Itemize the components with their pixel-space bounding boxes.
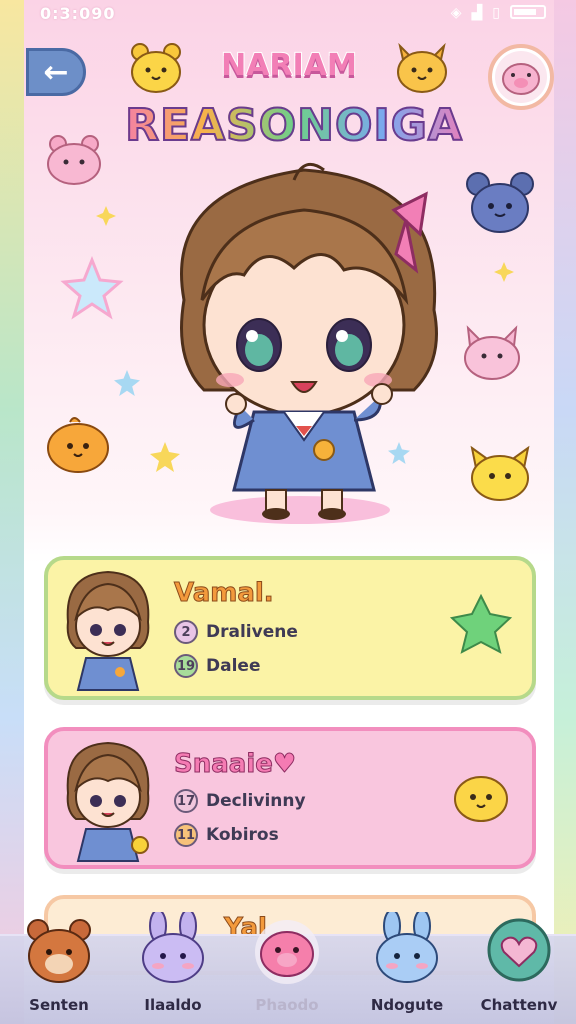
nav-label: Chattenv: [480, 996, 558, 1014]
stat-badge-icon: 17: [174, 789, 198, 813]
game-title-small: NARIAM: [220, 47, 358, 84]
status-icons: ◈ ▟ ▯: [451, 5, 546, 21]
stat-badge-icon: 2: [174, 620, 198, 644]
nav-label: Ilaaldo: [144, 996, 202, 1014]
sim-icon: ▯: [492, 5, 500, 21]
stat-row: 19 Dalee: [174, 654, 260, 678]
profile-button[interactable]: [488, 44, 554, 110]
stat-label: Kobiros: [206, 825, 279, 845]
orange-chick-mascot-icon: [47, 417, 109, 473]
stat-badge-icon: 11: [174, 823, 198, 847]
nav-item-phaodo[interactable]: Phaodo: [232, 920, 342, 1024]
nav-item-ilaaldo[interactable]: Ilaaldo: [118, 912, 228, 1024]
green-star-icon: [450, 594, 512, 654]
battery-icon: [510, 5, 546, 19]
game-screen: 0:3:090 ◈ ▟ ▯ ← NARIAM REASONOIGA Vamal.…: [24, 0, 554, 1024]
orange-cat-mascot-icon: [397, 42, 447, 93]
bottom-nav: Senten Ilaaldo Phaodo Ndogute Chattenv: [0, 912, 576, 1024]
wifi-icon: ◈: [450, 5, 462, 21]
stat-label: Dralivene: [206, 622, 298, 642]
yellow-cat-mascot-icon: [131, 43, 181, 93]
nav-item-senten[interactable]: Senten: [4, 919, 114, 1024]
status-time: 0:3:090: [40, 4, 116, 23]
nav-label: Phaodo: [255, 996, 319, 1014]
yellow-dog-mascot-icon: [470, 445, 530, 501]
character-avatar: [66, 570, 150, 691]
nav-item-ndogute[interactable]: Ndogute: [352, 912, 462, 1024]
character-avatar: [66, 741, 150, 862]
sparkle-icon: [494, 262, 514, 282]
stat-label: Dalee: [206, 656, 261, 676]
rainbow-left-border: [0, 0, 26, 1024]
character-card[interactable]: Vamal. 2 Dralivene 19 Dalee: [44, 556, 536, 700]
nav-label: Ndogute: [370, 996, 444, 1014]
bunny-icon: [142, 912, 204, 983]
signal-icon: ▟: [471, 5, 483, 21]
character-name: Vamal.: [174, 578, 275, 609]
hero-character: [180, 162, 438, 520]
blue-mouse-mascot-icon: [466, 172, 534, 233]
stat-badge-icon: 19: [174, 654, 198, 678]
rabbit-icon: [376, 912, 438, 983]
stat-row: 2 Dralivene: [174, 620, 298, 644]
back-button[interactable]: ←: [26, 48, 86, 96]
pink-cat-mascot-icon: [464, 325, 520, 380]
heart-icon: [487, 918, 551, 982]
status-bar: 0:3:090 ◈ ▟ ▯: [24, 0, 554, 28]
stat-label: Declivinny: [206, 791, 306, 811]
yellow-chick-icon: [454, 776, 508, 822]
game-title: REASONOIGA: [114, 99, 474, 152]
sparkle-icon: [114, 370, 140, 396]
character-card[interactable]: Snaaie♥ 17 Declivinny 11 Kobiros: [44, 727, 536, 869]
star-icon: [60, 256, 124, 320]
stat-row: 11 Kobiros: [174, 823, 279, 847]
nav-item-chattenv[interactable]: Chattenv: [464, 918, 574, 1024]
pig-face-icon: [502, 63, 540, 95]
nav-label: Senten: [29, 996, 89, 1014]
pig-icon: [255, 920, 319, 984]
arrow-left-icon: ←: [43, 54, 69, 90]
pink-pig-mascot-icon: [47, 135, 101, 185]
bear-icon: [27, 919, 91, 983]
sparkle-icon: [96, 206, 116, 226]
stat-row: 17 Declivinny: [174, 789, 306, 813]
character-name: Snaaie♥: [173, 749, 297, 780]
